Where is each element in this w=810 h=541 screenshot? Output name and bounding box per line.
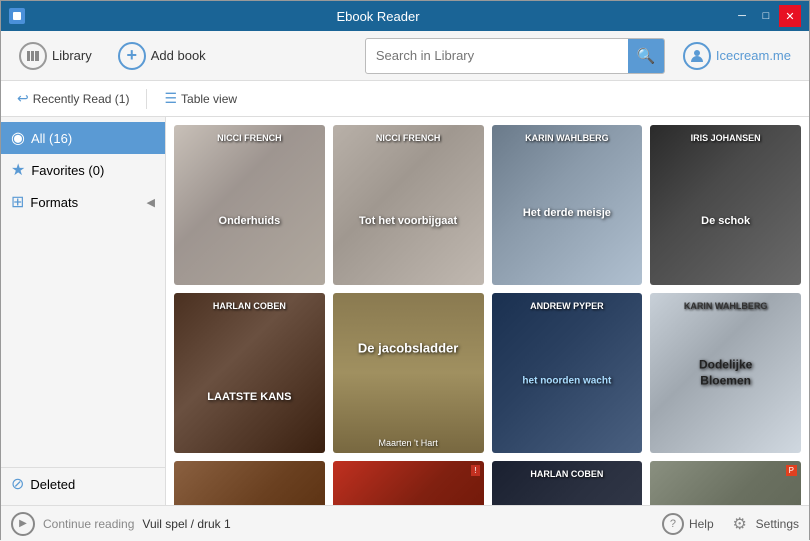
book-author: KARIN WAHLBERG: [650, 301, 801, 312]
settings-label: Settings: [756, 517, 799, 531]
add-book-button[interactable]: + Add book: [110, 37, 214, 75]
sidebar-item-deleted[interactable]: ⊘ Deleted: [1, 468, 165, 500]
book-item[interactable]: NICCI FRENCH Onderhuids: [174, 125, 325, 285]
search-bar: 🔍: [365, 38, 665, 74]
book-item[interactable]: IRIS JOHANSEN De schok: [650, 125, 801, 285]
maximize-button[interactable]: □: [755, 5, 777, 27]
all-icon: ◉: [11, 128, 25, 148]
app-icon: [9, 8, 25, 24]
table-view-button[interactable]: ☰ Table view: [156, 86, 245, 111]
book-badge: P: [786, 465, 797, 476]
help-icon: ?: [662, 513, 684, 535]
main-toolbar: Library + Add book 🔍 Icecream.me: [1, 31, 809, 81]
sidebar-spacer: [1, 218, 165, 467]
book-title: Het derde meisje: [499, 206, 635, 220]
book-author: ANDREW PYPER: [492, 301, 643, 312]
deleted-icon: ⊘: [11, 474, 24, 494]
sidebar-deleted-label: Deleted: [30, 477, 75, 492]
minimize-button[interactable]: ─: [731, 5, 753, 27]
book-title: het noorden wacht: [499, 375, 635, 388]
continue-reading-section[interactable]: ▶ Continue reading Vuil spel / druk 1: [11, 512, 231, 536]
sub-toolbar: ↩ Recently Read (1) ☰ Table view: [1, 81, 809, 117]
book-author: IRIS JOHANSEN: [650, 133, 801, 144]
titlebar: Ebook Reader ─ □ ✕: [1, 1, 809, 31]
book-item[interactable]: KARIN WAHLBERG DodelijkeBloemen: [650, 293, 801, 453]
formats-icon: ⊞: [11, 192, 24, 212]
book-title: De schok: [658, 214, 794, 228]
library-label: Library: [52, 48, 92, 63]
settings-icon: ⚙: [729, 513, 751, 535]
recently-read-icon: ↩: [17, 90, 29, 107]
book-author: HARLAN COBEN: [492, 469, 643, 480]
search-button[interactable]: 🔍: [628, 39, 664, 73]
sidebar-item-formats[interactable]: ⊞ Formats ◀: [1, 186, 165, 218]
sidebar: ◉ All (16) ★ Favorites (0) ⊞ Formats ◀ ⊘…: [1, 117, 166, 505]
sidebar-bottom: ⊘ Deleted: [1, 467, 165, 500]
favorites-icon: ★: [11, 160, 25, 180]
book-author: NICCI FRENCH: [174, 133, 325, 144]
book-title: DodelijkeBloemen: [658, 357, 794, 388]
window-controls: ─ □ ✕: [731, 5, 801, 27]
continue-label: Continue reading: [43, 517, 134, 531]
sidebar-formats-label: Formats: [30, 195, 78, 210]
book-title: De jacobsladder: [340, 341, 476, 358]
book-author: NICCI FRENCH: [333, 133, 484, 144]
main-layout: ◉ All (16) ★ Favorites (0) ⊞ Formats ◀ ⊘…: [1, 117, 809, 505]
formats-arrow: ◀: [147, 196, 155, 209]
add-icon: +: [118, 42, 146, 70]
app-title: Ebook Reader: [25, 9, 731, 24]
recently-read-button[interactable]: ↩ Recently Read (1): [9, 86, 137, 111]
book-grid-container[interactable]: NICCI FRENCH Onderhuids NICCI FRENCH Tot…: [166, 117, 809, 505]
recently-read-label: Recently Read (1): [33, 92, 130, 106]
library-icon: [19, 42, 47, 70]
library-button[interactable]: Library: [11, 37, 100, 75]
close-button[interactable]: ✕: [779, 5, 801, 27]
add-book-label: Add book: [151, 48, 206, 63]
sidebar-item-favorites[interactable]: ★ Favorites (0): [1, 154, 165, 186]
book-item[interactable]: HARLAN COBEN: [492, 461, 643, 505]
sidebar-all-label: All (16): [31, 131, 72, 146]
book-title: Onderhuids: [182, 214, 318, 228]
current-book-title: Vuil spel / druk 1: [142, 517, 230, 531]
sidebar-favorites-label: Favorites (0): [31, 163, 104, 178]
book-subtitle: Maarten 't Hart: [333, 438, 484, 448]
book-item[interactable]: P: [650, 461, 801, 505]
book-item[interactable]: De jacobsladder Maarten 't Hart: [333, 293, 484, 453]
book-grid: NICCI FRENCH Onderhuids NICCI FRENCH Tot…: [174, 125, 801, 505]
table-view-label: Table view: [181, 92, 237, 106]
help-label: Help: [689, 517, 714, 531]
settings-button[interactable]: ⚙ Settings: [729, 513, 799, 535]
bottom-bar: ▶ Continue reading Vuil spel / druk 1 ? …: [1, 505, 809, 541]
book-item[interactable]: HARLAN COBEN LAATSTE KANS: [174, 293, 325, 453]
book-author: HARLAN COBEN: [174, 301, 325, 312]
book-title: Tot het voorbijgaat: [340, 214, 476, 228]
book-item[interactable]: !: [333, 461, 484, 505]
book-badge: !: [471, 465, 479, 476]
table-view-icon: ☰: [164, 90, 177, 107]
sidebar-item-all[interactable]: ◉ All (16): [1, 122, 165, 154]
book-item[interactable]: KARIN WAHLBERG Het derde meisje: [492, 125, 643, 285]
book-item[interactable]: De Vijftig tinten trilogie: [174, 461, 325, 505]
toolbar-divider: [146, 89, 147, 109]
help-button[interactable]: ? Help: [662, 513, 714, 535]
book-item[interactable]: ANDREW PYPER het noorden wacht: [492, 293, 643, 453]
bottom-right: ? Help ⚙ Settings: [662, 513, 799, 535]
play-button[interactable]: ▶: [11, 512, 35, 536]
titlebar-left: [9, 8, 25, 24]
book-item[interactable]: NICCI FRENCH Tot het voorbijgaat: [333, 125, 484, 285]
search-input[interactable]: [366, 42, 628, 69]
user-label: Icecream.me: [716, 48, 791, 63]
book-title: LAATSTE KANS: [182, 390, 318, 404]
user-button[interactable]: Icecream.me: [675, 39, 799, 73]
book-author: KARIN WAHLBERG: [492, 133, 643, 144]
user-avatar: [683, 42, 711, 70]
